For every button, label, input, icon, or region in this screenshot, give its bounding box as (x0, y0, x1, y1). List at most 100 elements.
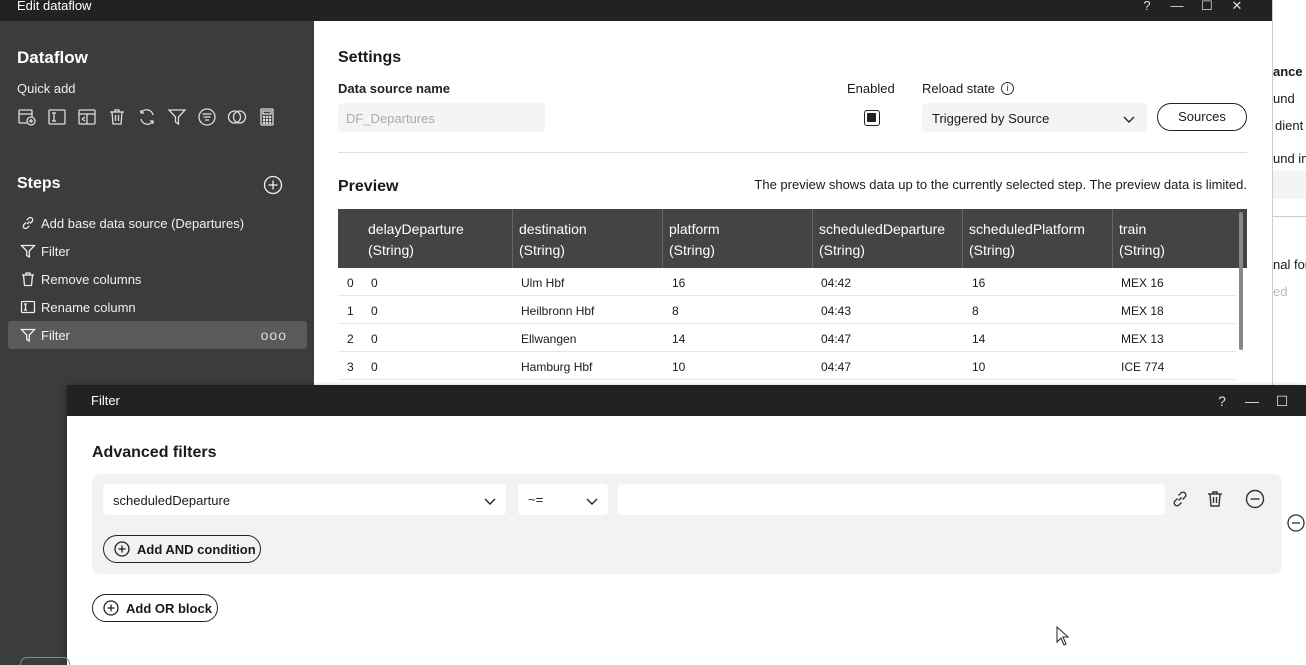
filter-value-input[interactable] (618, 484, 1165, 515)
table-row[interactable]: 3 0 Hamburg Hbf 10 04:47 10 ICE 774 (338, 352, 1236, 380)
or-block: scheduledDeparture ~= Add AND condition (92, 474, 1282, 574)
sidebar-heading: Dataflow (17, 48, 88, 67)
field-value: scheduledDeparture (113, 493, 231, 508)
delete-icon[interactable] (107, 107, 127, 127)
table-cell: MEX 13 (1121, 332, 1164, 346)
step-rename-column[interactable]: Rename column (8, 293, 307, 321)
step-label: Remove columns (41, 272, 142, 287)
scrollbar-thumb[interactable] (1239, 212, 1243, 350)
table-row[interactable]: 2 0 Ellwangen 14 04:47 14 MEX 13 (338, 324, 1236, 352)
link-icon (20, 215, 36, 231)
merge-icon[interactable] (227, 107, 247, 127)
table-cell: Ulm Hbf (521, 276, 565, 290)
row-index: 3 (347, 360, 354, 374)
quick-add-label: Quick add (17, 81, 76, 96)
background-text: ed (1273, 284, 1288, 299)
dialog-titlebar: Filter ? — ☐ (67, 385, 1306, 416)
reload-state-select[interactable]: Triggered by Source (922, 103, 1147, 132)
rename-column-icon[interactable] (47, 107, 67, 127)
chevron-down-icon (586, 494, 598, 509)
table-header: delayDeparture (String) destination (Strin… (338, 209, 1247, 268)
data-source-name-input[interactable]: DF_Departures (338, 103, 545, 132)
remove-block-icon[interactable] (1287, 514, 1305, 532)
close-icon[interactable]: ✕ (1228, 0, 1246, 14)
row-index: 0 (347, 276, 354, 290)
mouse-cursor-icon (1056, 625, 1070, 646)
more-options-icon[interactable]: ooo (261, 327, 287, 343)
calculator-icon[interactable] (257, 107, 277, 127)
enabled-checkbox[interactable] (864, 110, 880, 126)
table-cell: 04:43 (821, 304, 852, 318)
table-row[interactable]: 1 0 Heilbronn Hbf 8 04:43 8 MEX 18 (338, 296, 1236, 324)
chevron-down-icon (1123, 112, 1135, 127)
steps-heading: Steps (17, 175, 61, 192)
step-filter-1[interactable]: Filter (8, 237, 307, 265)
table-cell: 0 (371, 332, 378, 346)
sources-button[interactable]: Sources (1157, 103, 1247, 131)
column-header[interactable]: scheduledDeparture (String) (812, 209, 962, 268)
step-remove-columns[interactable]: Remove columns (8, 265, 307, 293)
table-scrollbar[interactable] (1237, 209, 1245, 350)
remove-condition-icon[interactable] (1245, 489, 1265, 509)
column-header[interactable]: scheduledPlatform (String) (962, 209, 1112, 268)
delete-icon[interactable] (1205, 489, 1225, 509)
table-cell: 14 (672, 332, 686, 346)
help-icon[interactable]: ? (1138, 0, 1156, 14)
link-icon[interactable] (1170, 489, 1190, 509)
column-header[interactable]: destination (String) (512, 209, 662, 268)
background-text: ance (1273, 64, 1303, 79)
add-or-block-button[interactable]: Add OR block (92, 594, 218, 622)
advanced-filters-heading: Advanced filters (92, 444, 217, 461)
enabled-label: Enabled (847, 81, 895, 96)
info-icon[interactable]: i (1001, 82, 1014, 95)
row-index: 2 (347, 332, 354, 346)
divider (338, 152, 1247, 153)
maximize-icon[interactable]: ☐ (1274, 393, 1290, 410)
table-cell: 0 (371, 360, 378, 374)
add-datasource-icon[interactable] (17, 107, 37, 127)
table-cell: 14 (972, 332, 986, 346)
sort-icon[interactable] (197, 107, 217, 127)
chevron-down-icon (484, 494, 496, 509)
table-cell: 8 (672, 304, 679, 318)
step-label: Rename column (41, 300, 136, 315)
row-index: 1 (347, 304, 354, 318)
column-header[interactable]: train (String) (1112, 209, 1237, 268)
step-add-base-data-source[interactable]: Add base data source (Departures) (8, 209, 307, 237)
add-and-condition-button[interactable]: Add AND condition (103, 535, 261, 563)
refresh-icon[interactable] (137, 107, 157, 127)
table-cell: MEX 16 (1121, 276, 1164, 290)
table-cell: Heilbronn Hbf (521, 304, 595, 318)
background-text: und im (1273, 151, 1306, 166)
background-input (1273, 171, 1306, 199)
button-label: Add OR block (126, 601, 212, 616)
table-cell: Ellwangen (521, 332, 577, 346)
data-source-name-label: Data source name (338, 81, 450, 96)
maximize-icon[interactable]: ☐ (1198, 0, 1216, 14)
operator-select[interactable]: ~= (518, 484, 608, 515)
column-header[interactable]: platform (String) (662, 209, 812, 268)
table-row[interactable]: 0 0 Ulm Hbf 16 04:42 16 MEX 16 (338, 268, 1236, 296)
step-label: Filter (41, 244, 70, 259)
table-cell: 04:47 (821, 360, 852, 374)
field-select[interactable]: scheduledDeparture (103, 484, 506, 515)
rename-column-icon (20, 299, 36, 315)
operator-value: ~= (528, 492, 544, 507)
divider (1273, 216, 1306, 217)
add-step-icon[interactable] (263, 175, 283, 195)
background-text: dient (1275, 118, 1304, 133)
preview-heading: Preview (338, 178, 399, 195)
minimize-icon[interactable]: — (1168, 0, 1186, 14)
add-column-icon[interactable] (77, 107, 97, 127)
help-icon[interactable]: ? (1214, 393, 1230, 409)
minimize-icon[interactable]: — (1244, 393, 1260, 409)
step-filter-2[interactable]: Filter ooo (8, 321, 307, 349)
background-text: nal for (1273, 257, 1306, 272)
filter-icon[interactable] (167, 107, 187, 127)
filter-dialog: Filter ? — ☐ Advanced filters scheduledD… (67, 385, 1306, 665)
background-window: ance und dient und im nal for ed (1272, 0, 1306, 385)
table-cell: 16 (672, 276, 686, 290)
filter-icon (19, 243, 37, 259)
column-header[interactable]: delayDeparture (String) (362, 209, 512, 268)
background-button (20, 657, 70, 665)
